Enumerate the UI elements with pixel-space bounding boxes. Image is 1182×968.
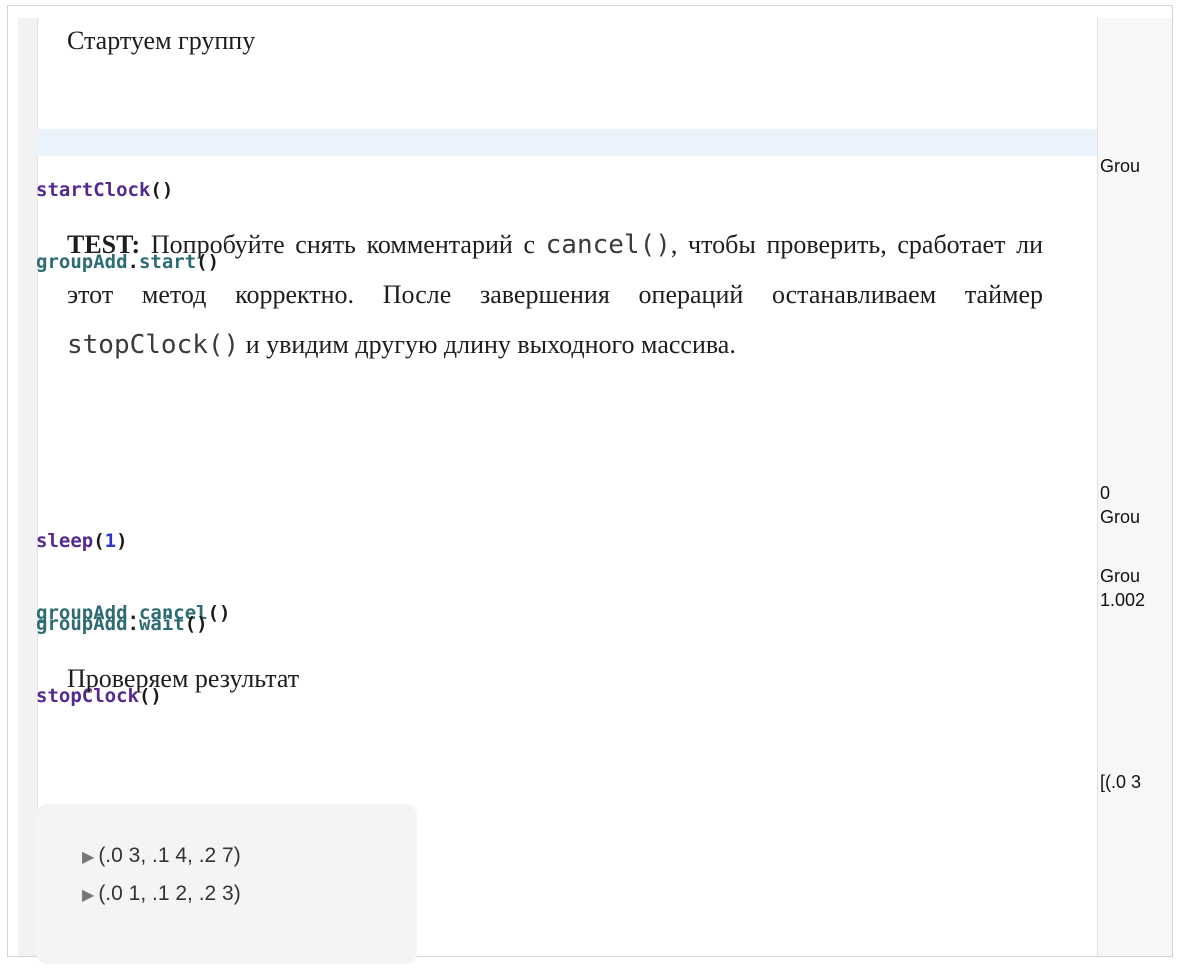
inline-code-stopclock: stopClock() <box>67 330 240 360</box>
test-label: TEST: <box>67 230 141 259</box>
text-check-result: Проверяем результат <box>67 664 300 693</box>
code-line-startclock: startClock() <box>36 179 174 201</box>
result-stopclock[interactable]: 1.002 <box>1100 588 1164 612</box>
result-group-wait[interactable]: Grou <box>1100 564 1164 588</box>
disclosure-triangle-icon[interactable]: ▶ <box>82 887 94 904</box>
result-group-cancel[interactable]: Grou <box>1100 505 1164 529</box>
inline-code-cancel: cancel() <box>545 230 671 260</box>
result-group-start[interactable]: Grou <box>1100 154 1164 178</box>
code-line-sleep: sleep(1) <box>36 530 128 552</box>
disclosure-triangle-icon[interactable]: ▶ <box>82 849 94 866</box>
text-start-group: Стартуем группу <box>67 26 256 55</box>
code-block-wait-stop[interactable]: groupAdd.wait() stopClock() <box>36 564 208 732</box>
code-line-group-wait: groupAdd.wait() <box>36 613 208 635</box>
output-row[interactable]: ▶ (.0 3, .1 4, .2 7) <box>82 844 241 868</box>
result-sleep[interactable]: 0 <box>1100 481 1164 505</box>
line-gutter <box>18 18 38 956</box>
output-row[interactable]: ▶ (.0 1, .1 2, .2 3) <box>82 882 241 906</box>
result-output-array[interactable]: [(.0 3 <box>1100 770 1164 794</box>
text-test-paragraph: TEST: Попробуйте снять комментарий с can… <box>67 230 1043 360</box>
